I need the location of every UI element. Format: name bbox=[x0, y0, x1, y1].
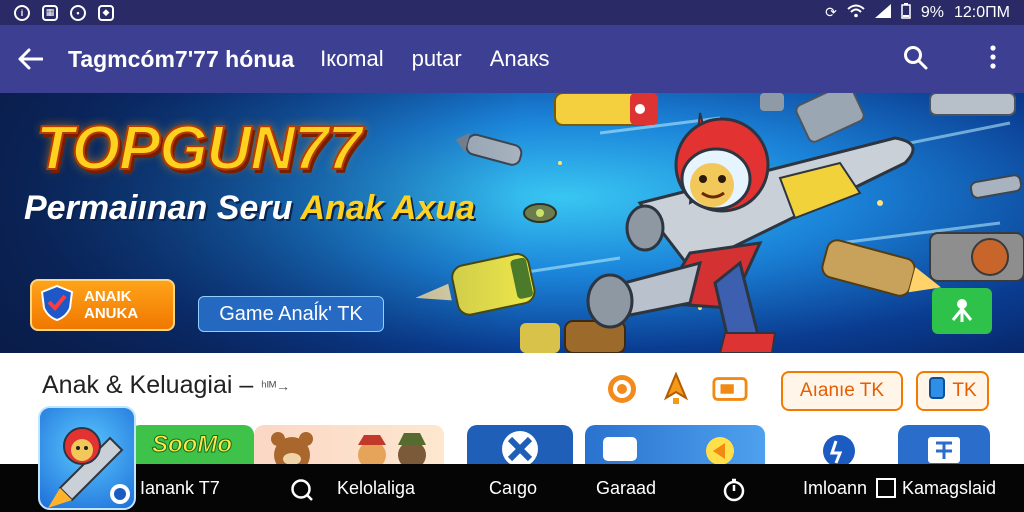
status-left-icons: i ▦ • ◆ bbox=[14, 4, 114, 21]
gallery-icon: ▦ bbox=[42, 4, 58, 21]
play-cards-icon bbox=[603, 437, 734, 465]
tab-putar[interactable]: putar bbox=[412, 46, 462, 72]
banner-brand: TOPGUN77 bbox=[35, 113, 363, 184]
status-right: ⟳ 9% 12:0ΠM bbox=[825, 3, 1010, 22]
banner-subtitle-highlight: Anak Aхua bbox=[301, 189, 475, 227]
tools-icon bbox=[502, 431, 538, 465]
kategori-tk-pill[interactable]: Aıanıe TK bbox=[781, 371, 903, 411]
search-circle-icon bbox=[291, 479, 313, 501]
nav-kelolaliga[interactable]: Kelolaliga bbox=[337, 478, 415, 499]
back-arrow-icon[interactable] bbox=[0, 25, 60, 93]
app-launcher-icon[interactable] bbox=[38, 406, 136, 510]
anak-anuka-badge-button[interactable]: ANAIK ANUKA bbox=[30, 279, 175, 331]
battery-icon bbox=[901, 3, 911, 22]
wifi-icon bbox=[847, 4, 865, 21]
card-strip: SooMo bbox=[0, 425, 1024, 465]
rocket-mascot-icon bbox=[48, 427, 130, 508]
app-title: Tagmcóm7'77 hónua bbox=[68, 45, 295, 72]
app-actions bbox=[902, 44, 996, 75]
section-icons bbox=[604, 371, 748, 407]
target-icon[interactable] bbox=[604, 371, 640, 407]
bear-characters-icon bbox=[271, 432, 426, 465]
rocket-icon[interactable] bbox=[658, 371, 694, 407]
nav-kamagslaid-label: Kamagslaid bbox=[902, 478, 997, 498]
game-anak-tk-button[interactable]: Game Anaĺk' TK bbox=[198, 296, 384, 332]
card-soomo[interactable]: SooMo bbox=[130, 425, 254, 465]
rocket-character-icon bbox=[586, 112, 915, 353]
section-title: Anak & Keluagiai – ʰᴵᴹ→ bbox=[42, 371, 290, 400]
search-icon[interactable] bbox=[902, 44, 928, 75]
timer-icon bbox=[723, 478, 745, 502]
banner-subtitle-pre: Permaiınan Seru bbox=[24, 189, 301, 227]
banner-subtitle: Permaiınan Seru Anak Aхua bbox=[24, 189, 475, 228]
card-power[interactable] bbox=[790, 425, 888, 465]
banner-subtitle-end: Aхua bbox=[391, 189, 475, 227]
battery-percent: 9% bbox=[920, 3, 944, 21]
app-bar: Tagmcóm7'77 hónua Iкomal putar Anaкs bbox=[0, 25, 1024, 93]
card-window[interactable] bbox=[898, 425, 990, 465]
nav-cargo[interactable]: Caıgo bbox=[489, 478, 537, 499]
sync-icon: ⟳ bbox=[825, 4, 837, 20]
clock: 12:0ΠM bbox=[953, 3, 1010, 21]
tk-pill-label: TK bbox=[952, 380, 977, 401]
signal-icon bbox=[874, 4, 891, 21]
more-vert-icon[interactable] bbox=[990, 44, 996, 74]
tk-pill[interactable]: TK bbox=[916, 371, 989, 411]
card-bears[interactable] bbox=[254, 425, 444, 465]
nav-kamagslaid[interactable]: Kamagslaid bbox=[876, 478, 996, 499]
tablet-icon bbox=[928, 377, 946, 405]
hero-banner[interactable]: TOPGUN77 Permaiınan Seru Anak Aхua ANAIK… bbox=[0, 93, 1024, 353]
shield-icon bbox=[40, 284, 74, 326]
category-section: Anak & Keluagiai – ʰᴵᴹ→ Aıanıe TK TK Soo… bbox=[0, 353, 1024, 465]
nav-search[interactable] bbox=[290, 478, 314, 507]
ticket-icon[interactable] bbox=[712, 371, 748, 407]
card-tools[interactable] bbox=[467, 425, 573, 465]
section-title-text: Anak & Keluagiai – bbox=[42, 371, 254, 399]
card-play[interactable] bbox=[585, 425, 765, 465]
canister-top-1-icon bbox=[554, 93, 658, 126]
status-bar: i ▦ • ◆ ⟳ 9% 12:0ΠM bbox=[0, 0, 1024, 25]
tab-anaks[interactable]: Anaкs bbox=[490, 46, 550, 72]
nav-timer[interactable] bbox=[722, 478, 746, 507]
badge-label: ANAIK ANUKA bbox=[84, 288, 139, 322]
message-icon: • bbox=[70, 4, 86, 21]
banner-subtitle-mid: Anak bbox=[300, 189, 392, 227]
share-icon bbox=[947, 294, 977, 329]
tab-komal[interactable]: Iкomal bbox=[320, 46, 383, 72]
game-icon: ◆ bbox=[98, 4, 114, 21]
share-button[interactable] bbox=[932, 288, 992, 334]
nav-ianank-t7[interactable]: Ianank T7 bbox=[140, 478, 220, 499]
info-icon: i bbox=[14, 4, 30, 21]
checkbox-icon bbox=[876, 478, 896, 498]
bottom-nav: Ianank T7 Kelolaliga Caıgo Garaad Imloan… bbox=[0, 464, 1024, 512]
nav-imloann[interactable]: Imloann bbox=[803, 478, 867, 499]
nav-garaad[interactable]: Garaad bbox=[596, 478, 656, 499]
section-more-link[interactable]: ʰᴵᴹ→ bbox=[261, 378, 290, 394]
power-icon bbox=[823, 435, 855, 465]
app-tabs: Iкomal putar Anaкs bbox=[320, 46, 549, 72]
window-icon bbox=[928, 437, 960, 463]
